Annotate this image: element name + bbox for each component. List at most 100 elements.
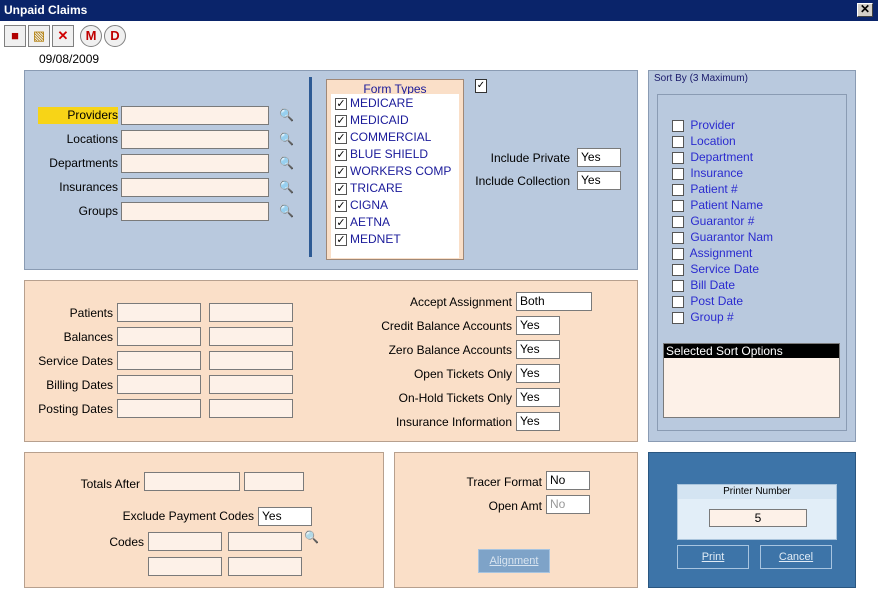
checkbox-checked-icon[interactable]: ✓ xyxy=(335,216,347,229)
checkbox-icon[interactable] xyxy=(672,263,684,276)
insurance-info-label: Insurance Information xyxy=(395,415,512,429)
checkbox-checked-icon[interactable]: ✓ xyxy=(335,114,347,127)
sort-option-provider[interactable]: Provider xyxy=(672,118,735,134)
checkbox-checked-icon[interactable]: ✓ xyxy=(335,97,347,110)
sort-option-department[interactable]: Department xyxy=(672,150,753,166)
d-circle-icon[interactable]: D xyxy=(104,25,126,47)
checkbox-checked-icon[interactable]: ✓ xyxy=(335,233,347,246)
patients-from-input[interactable] xyxy=(117,303,201,322)
form-type-medicare[interactable]: ✓ MEDICARE xyxy=(335,96,413,112)
onhold-tickets-label: On-Hold Tickets Only xyxy=(398,391,512,405)
accept-assignment-field[interactable]: Both xyxy=(516,292,592,311)
checkbox-checked-icon[interactable]: ✓ xyxy=(335,131,347,144)
clipboard-check-icon[interactable]: ✓ xyxy=(475,79,487,93)
checkbox-checked-icon[interactable]: ✓ xyxy=(335,148,347,161)
checkbox-icon[interactable] xyxy=(672,167,684,180)
close-icon[interactable]: ✕ xyxy=(857,3,873,17)
print-button[interactable]: Print xyxy=(677,545,749,569)
sort-option-guarantor-number[interactable]: Guarantor # xyxy=(672,214,754,230)
alignment-button[interactable]: Alignment xyxy=(478,549,550,573)
checkbox-icon[interactable] xyxy=(672,279,684,292)
balances-to-input[interactable] xyxy=(209,327,293,346)
service-dates-to-input[interactable] xyxy=(209,351,293,370)
search-icon[interactable]: 🔍 xyxy=(279,132,294,146)
totals-after-input[interactable] xyxy=(144,472,240,491)
exclude-payment-codes-label: Exclude Payment Codes xyxy=(122,509,254,523)
credit-balance-field[interactable]: Yes xyxy=(516,316,560,335)
checkbox-icon[interactable] xyxy=(672,215,684,228)
form-type-commercial[interactable]: ✓ COMMERCIAL xyxy=(335,130,431,146)
checkbox-checked-icon[interactable]: ✓ xyxy=(335,199,347,212)
codes-input-2[interactable] xyxy=(228,532,302,551)
zero-balance-field[interactable]: Yes xyxy=(516,340,560,359)
codes-input-4[interactable] xyxy=(228,557,302,576)
codes-input-3[interactable] xyxy=(148,557,222,576)
service-dates-from-input[interactable] xyxy=(117,351,201,370)
cancel-button[interactable]: Cancel xyxy=(760,545,832,569)
sort-option-guarantor-name[interactable]: Guarantor Nam xyxy=(672,230,773,246)
open-tickets-field[interactable]: Yes xyxy=(516,364,560,383)
onhold-tickets-field[interactable]: Yes xyxy=(516,388,560,407)
checkbox-checked-icon[interactable]: ✓ xyxy=(335,165,347,178)
checkbox-icon[interactable] xyxy=(672,183,684,196)
search-icon[interactable]: 🔍 xyxy=(279,108,294,122)
delete-x-icon[interactable]: ✕ xyxy=(52,25,74,47)
sort-option-patient-number[interactable]: Patient # xyxy=(672,182,738,198)
checkbox-icon[interactable] xyxy=(672,199,684,212)
sort-option-insurance[interactable]: Insurance xyxy=(672,166,743,182)
form-type-cigna[interactable]: ✓ CIGNA xyxy=(335,198,388,214)
printer-number-input[interactable]: 5 xyxy=(709,509,807,527)
sort-option-service-date[interactable]: Service Date xyxy=(672,262,759,278)
include-collection-field[interactable]: Yes xyxy=(577,171,621,190)
insurances-input[interactable] xyxy=(121,178,269,197)
posting-dates-from-input[interactable] xyxy=(117,399,201,418)
checkbox-icon[interactable] xyxy=(672,151,684,164)
locations-input[interactable] xyxy=(121,130,269,149)
sort-option-assignment[interactable]: Assignment xyxy=(672,246,752,262)
checkbox-icon[interactable] xyxy=(672,231,684,244)
form-type-workers-comp[interactable]: ✓ WORKERS COMP xyxy=(335,164,451,180)
tracer-format-field[interactable]: No xyxy=(546,471,590,490)
providers-input[interactable] xyxy=(121,106,269,125)
include-private-field[interactable]: Yes xyxy=(577,148,621,167)
open-folder-icon[interactable]: ▧ xyxy=(28,25,50,47)
form-types-box: Form Types ✓ MEDICARE ✓ MEDICAID ✓ COMMERCI… xyxy=(326,79,464,260)
sort-option-location[interactable]: Location xyxy=(672,134,736,150)
departments-input[interactable] xyxy=(121,154,269,173)
form-type-blue-shield[interactable]: ✓ BLUE SHIELD xyxy=(335,147,428,163)
groups-input[interactable] xyxy=(121,202,269,221)
patients-to-input[interactable] xyxy=(209,303,293,322)
form-type-aetna[interactable]: ✓ AETNA xyxy=(335,215,390,231)
checkbox-checked-icon[interactable]: ✓ xyxy=(335,182,347,195)
balances-from-input[interactable] xyxy=(117,327,201,346)
checkbox-icon[interactable] xyxy=(672,295,684,308)
billing-dates-from-input[interactable] xyxy=(117,375,201,394)
sort-option-group-number[interactable]: Group # xyxy=(672,310,734,326)
checkbox-icon[interactable] xyxy=(672,247,684,260)
form-types-list: ✓ MEDICARE ✓ MEDICAID ✓ COMMERCIAL ✓ BLUE SH… xyxy=(331,94,459,258)
sort-option-bill-date[interactable]: Bill Date xyxy=(672,278,735,294)
totals-after-input-2[interactable] xyxy=(244,472,304,491)
print-report-icon[interactable]: ■ xyxy=(4,25,26,47)
open-amt-field[interactable]: No xyxy=(546,495,590,514)
checkbox-icon[interactable] xyxy=(672,135,684,148)
codes-input-1[interactable] xyxy=(148,532,222,551)
checkbox-icon[interactable] xyxy=(672,119,684,132)
printer-number-title: Printer Number xyxy=(678,485,836,499)
form-type-mednet[interactable]: ✓ MEDNET xyxy=(335,232,401,248)
insurance-info-field[interactable]: Yes xyxy=(516,412,560,431)
posting-dates-to-input[interactable] xyxy=(209,399,293,418)
form-type-medicaid[interactable]: ✓ MEDICAID xyxy=(335,113,409,129)
search-icon[interactable]: 🔍 xyxy=(279,180,294,194)
search-icon[interactable]: 🔍 xyxy=(279,156,294,170)
search-icon[interactable]: 🔍 xyxy=(279,204,294,218)
selected-sort-options-box[interactable]: Selected Sort Options xyxy=(663,343,840,418)
checkbox-icon[interactable] xyxy=(672,311,684,324)
search-icon[interactable]: 🔍 xyxy=(304,530,319,544)
m-circle-icon[interactable]: M xyxy=(80,25,102,47)
form-type-tricare[interactable]: ✓ TRICARE xyxy=(335,181,403,197)
billing-dates-to-input[interactable] xyxy=(209,375,293,394)
sort-option-post-date[interactable]: Post Date xyxy=(672,294,743,310)
exclude-payment-codes-field[interactable]: Yes xyxy=(258,507,312,526)
sort-option-patient-name[interactable]: Patient Name xyxy=(672,198,763,214)
